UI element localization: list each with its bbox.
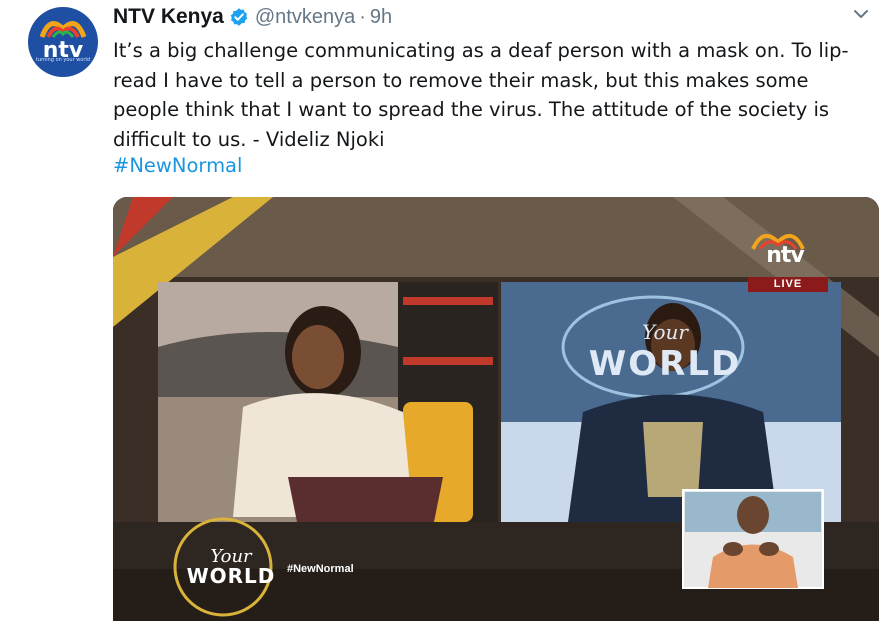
show-hashtag: #NewNormal bbox=[287, 563, 354, 575]
show-world-text: WORLD bbox=[186, 564, 276, 588]
avatar[interactable]: ntv turning on your world bbox=[28, 7, 98, 77]
chevron-down-icon[interactable] bbox=[853, 8, 869, 20]
screen-show-world: WORLD bbox=[588, 344, 742, 384]
screen-show-logo: Your WORLD bbox=[540, 320, 790, 384]
hashtag-link[interactable]: #NewNormal bbox=[113, 154, 242, 177]
channel-logo-text: ntv bbox=[766, 243, 805, 268]
avatar-tagline: turning on your world bbox=[35, 57, 90, 63]
verified-badge-icon bbox=[230, 8, 248, 26]
tweet-text: It’s a big challenge communicating as a … bbox=[113, 39, 849, 151]
channel-logo: ntv bbox=[745, 244, 825, 268]
tweet-header: NTV Kenya @ntvkenya · 9h bbox=[113, 3, 819, 31]
author-name[interactable]: NTV Kenya bbox=[113, 5, 224, 29]
show-logo: Your WORLD bbox=[176, 548, 286, 588]
live-badge: LIVE bbox=[748, 277, 828, 292]
tweet-time[interactable]: 9h bbox=[370, 6, 392, 29]
author-handle[interactable]: @ntvkenya bbox=[255, 6, 355, 29]
separator-dot: · bbox=[359, 5, 366, 28]
screen-show-your: Your bbox=[642, 320, 688, 344]
ntv-logo-icon: ntv bbox=[39, 21, 87, 63]
